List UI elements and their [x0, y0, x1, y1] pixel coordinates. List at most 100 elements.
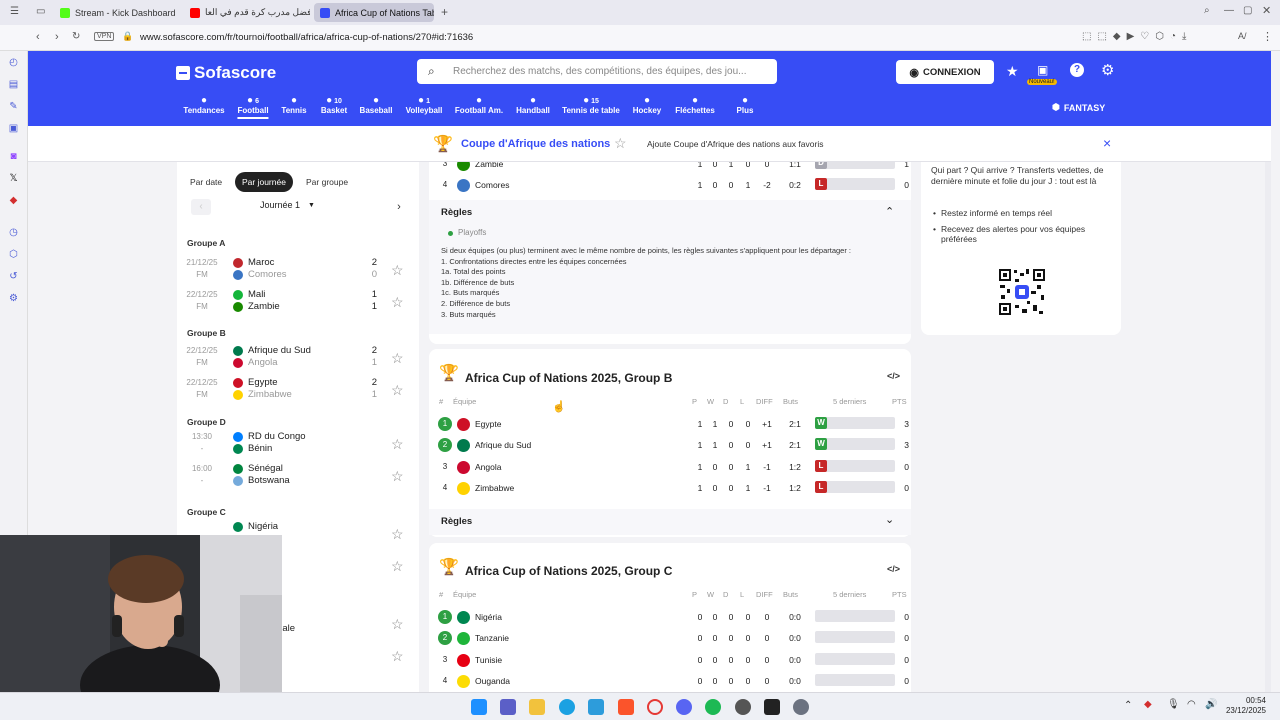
clock-icon[interactable]: ◷ — [8, 227, 19, 238]
nav-football-am-[interactable]: ● Football Am. — [455, 95, 503, 115]
tab-youtube[interactable]: أفضل مدرب كرة قدم في العا — [184, 3, 310, 22]
spotify-icon[interactable] — [705, 699, 721, 715]
standings-row[interactable]: 3 Zambie 1 0 1 0 0 1:1 D 1 — [437, 162, 909, 174]
filter-par-date[interactable]: Par date — [183, 172, 229, 192]
nav-plus[interactable]: ● Plus — [737, 95, 754, 115]
clock-time[interactable]: 00:54 — [1228, 696, 1266, 705]
favorite-star-icon[interactable]: ☆ — [391, 526, 404, 543]
reload-icon[interactable]: ↻ — [72, 31, 80, 42]
new-tab-button[interactable]: + — [441, 5, 448, 19]
favorite-star-icon[interactable]: ☆ — [391, 294, 404, 311]
clock-date[interactable]: 23/12/2025 — [1222, 706, 1266, 715]
standings-row[interactable]: 3 Tunisie 0 0 0 0 0 0:0 0 — [437, 650, 909, 670]
cube-icon[interactable]: ⬡ — [8, 249, 19, 260]
favorite-star-icon[interactable]: ☆ — [614, 135, 627, 152]
tray-app-icon[interactable]: ◆ — [1144, 699, 1152, 710]
minimize-icon[interactable]: — — [1224, 5, 1234, 16]
nav-volleyball[interactable]: ● 1 Volleyball — [406, 95, 443, 115]
tab-kick[interactable]: Stream - Kick Dashboard — [54, 3, 180, 22]
nav-basket[interactable]: ● 10 Basket — [321, 95, 347, 115]
nav-hockey[interactable]: ● Hockey — [633, 95, 661, 115]
nav-fléchettes[interactable]: ● Fléchettes — [675, 95, 715, 115]
nav-football[interactable]: ● 6 Football — [237, 95, 269, 119]
windows-start-icon[interactable] — [471, 699, 487, 715]
favorite-star-icon[interactable]: ☆ — [391, 350, 404, 367]
embed-code-icon[interactable]: </> — [887, 564, 900, 574]
volume-icon[interactable]: 🔊 — [1205, 699, 1217, 710]
ai-icon[interactable]: A/ — [1238, 31, 1247, 41]
maximize-icon[interactable]: ▢ — [1243, 5, 1252, 16]
banner-close-button[interactable]: × — [1103, 135, 1111, 151]
search-box[interactable]: ⌕ Recherchez des matchs, des compétition… — [417, 59, 777, 84]
rules-toggle[interactable]: Règles ⌄ — [429, 509, 911, 535]
shield-icon[interactable]: ◆ — [8, 195, 19, 206]
nav-baseball[interactable]: ● Baseball — [360, 95, 393, 115]
favorite-star-icon[interactable]: ☆ — [391, 558, 404, 575]
match-row[interactable]: 21/12/25 FM Maroc Comores 2 0 ☆ — [177, 256, 419, 286]
settings-app-icon[interactable] — [793, 699, 809, 715]
browser-menu-icon[interactable]: ☰ — [10, 6, 19, 17]
match-row[interactable]: 22/12/25 FM Egypte Zimbabwe 2 1 ☆ — [177, 376, 419, 406]
forward-icon[interactable]: › — [55, 31, 59, 43]
terminal-icon[interactable] — [764, 699, 780, 715]
obs-icon[interactable] — [735, 699, 751, 715]
standings-row[interactable]: 2 Tanzanie 0 0 0 0 0 0:0 0 — [437, 628, 909, 648]
settings-gear-icon[interactable]: ⚙ — [1101, 61, 1114, 79]
fantasy-link[interactable]: ⬢ FANTASY — [1052, 102, 1105, 113]
nav-tennis-de-table[interactable]: ● 15 Tennis de table — [562, 95, 620, 115]
tournament-title[interactable]: Coupe d'Afrique des nations — [461, 138, 610, 150]
back-icon[interactable]: ‹ — [36, 31, 40, 43]
teams-icon[interactable] — [500, 699, 516, 715]
history2-icon[interactable]: ↺ — [8, 271, 19, 282]
nav-tendances[interactable]: ● Tendances — [183, 95, 224, 115]
standings-row[interactable]: 4 Comores 1 0 0 1 -2 0:2 L 0 — [437, 175, 909, 195]
filter-par-journee[interactable]: Par journée — [235, 172, 293, 192]
favorite-star-icon[interactable]: ☆ — [391, 262, 404, 279]
embed-code-icon[interactable]: </> — [887, 371, 900, 381]
next-round-button[interactable]: › — [389, 199, 409, 215]
url-field[interactable]: www.sofascore.com/fr/tournoi/football/af… — [140, 32, 473, 43]
tray-chevron-icon[interactable]: ⌃ — [1124, 700, 1132, 711]
favorites-star-icon[interactable]: ★ — [1006, 63, 1019, 80]
reading-icon[interactable]: ▤ — [8, 79, 19, 90]
twitch-icon[interactable]: ◙ — [8, 151, 19, 162]
nav-tennis[interactable]: ● Tennis — [281, 95, 306, 115]
opera-icon[interactable] — [647, 699, 663, 715]
nav-handball[interactable]: ● Handball — [516, 95, 550, 115]
help-icon[interactable]: ? — [1070, 63, 1084, 77]
match-row[interactable]: 13:30 - RD du Congo Bénin ☆ — [177, 430, 419, 460]
standings-row[interactable]: 4 Ouganda 0 0 0 0 0 0:0 0 — [437, 671, 909, 691]
prev-round-button[interactable]: ‹ — [191, 199, 211, 215]
tab-list-icon[interactable]: ▭ — [36, 6, 45, 17]
favorite-star-icon[interactable]: ☆ — [391, 436, 404, 453]
sofascore-logo[interactable]: Sofascore — [176, 63, 276, 83]
history-icon[interactable]: ◴ — [8, 57, 19, 68]
discord-icon[interactable] — [676, 699, 692, 715]
match-row[interactable]: 16:00 - Sénégal Botswana ☆ — [177, 462, 419, 492]
menu-dots-icon[interactable]: ⋮ — [1262, 30, 1273, 43]
connexion-button[interactable]: ◉ CONNEXION — [896, 60, 994, 84]
screenshot-icon[interactable]: ▣ — [8, 123, 19, 134]
tab-sofascore[interactable]: Africa Cup of Nations Tabl — [314, 3, 434, 22]
scrollbar[interactable] — [1265, 162, 1271, 692]
x-icon[interactable]: 𝕏 — [8, 173, 19, 184]
favorite-star-icon[interactable]: ☆ — [391, 468, 404, 485]
round-select[interactable]: Journée 1 ▼ — [260, 200, 315, 212]
folder-icon[interactable] — [529, 699, 545, 715]
search-tabs-icon[interactable]: ⌕ — [1204, 5, 1210, 16]
favorite-star-icon[interactable]: ☆ — [391, 382, 404, 399]
standings-row[interactable]: 3 Angola 1 0 0 1 -1 1:2 L 0 — [437, 457, 909, 477]
brave-icon[interactable] — [618, 699, 634, 715]
wifi-icon[interactable]: ◠ — [1187, 699, 1196, 710]
notes-icon[interactable]: ✎ — [8, 101, 19, 112]
standings-row[interactable]: 1 Egypte 1 1 0 0 +1 2:1 W 3 — [437, 414, 909, 434]
rules-toggle[interactable]: Règles ⌃ — [429, 200, 911, 226]
close-window-icon[interactable]: ✕ — [1262, 4, 1271, 17]
tv-icon[interactable]: ▣ — [1037, 63, 1048, 77]
favorite-star-icon[interactable]: ☆ — [391, 648, 404, 665]
extension-icons[interactable]: ⬚⬚◆▶♡⬡◔⤓ — [1082, 31, 1192, 42]
microphone-icon[interactable]: 🎙 — [1167, 699, 1180, 710]
store-icon[interactable] — [588, 699, 604, 715]
filter-par-groupe[interactable]: Par groupe — [299, 172, 355, 192]
edge-icon[interactable] — [559, 699, 575, 715]
